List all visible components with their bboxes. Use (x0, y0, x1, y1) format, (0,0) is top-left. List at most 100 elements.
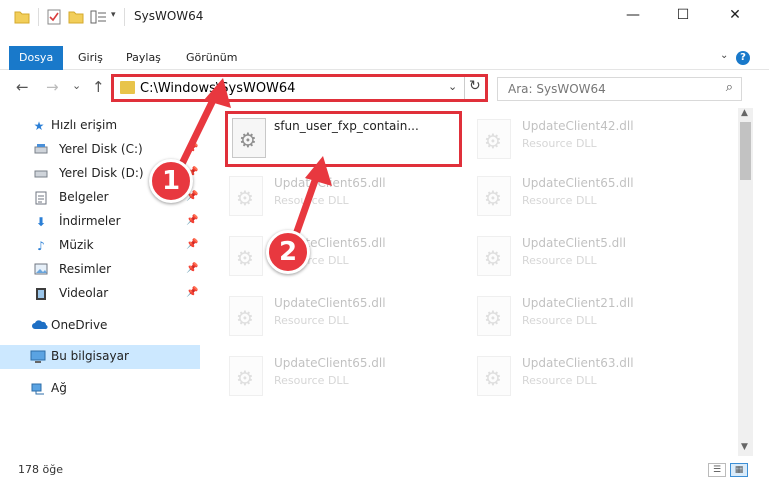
address-path[interactable]: C:\Windows\SysWOW64 (140, 81, 295, 96)
address-dropdown-icon[interactable]: ⌄ (448, 80, 457, 93)
pin-icon[interactable]: 📌 (186, 287, 198, 298)
expand-ribbon-icon[interactable]: ⌄ (720, 50, 728, 61)
dll-file-icon: ⚙ (229, 296, 263, 336)
folder-icon (14, 11, 30, 24)
file-name: UpdateClient42.dll (522, 119, 634, 133)
document-icon (34, 191, 48, 205)
step-2-badge: 2 (266, 230, 310, 274)
file-type: Resource DLL (274, 314, 349, 327)
close-button[interactable]: ✕ (712, 0, 758, 30)
file-name: sfun_user_fxp_contain... (274, 119, 419, 133)
sidebar-item-label: Hızlı erişim (51, 118, 118, 132)
file-type: Resource DLL (522, 314, 597, 327)
tab-share[interactable]: Paylaş (116, 46, 171, 70)
sidebar-item-label: Ağ (51, 381, 67, 395)
sidebar-item-videos[interactable]: Videolar 📌 (0, 282, 200, 306)
new-folder-icon[interactable] (68, 9, 84, 25)
file-tile[interactable]: ⚙ UpdateClient5.dll Resource DLL (473, 228, 713, 284)
file-name: UpdateClient63.dll (522, 356, 634, 370)
file-type: Resource DLL (522, 374, 597, 387)
file-tile-sfun-user-fxp[interactable]: ⚙ sfun_user_fxp_contain... (225, 111, 462, 167)
ribbon-tabs: Dosya Giriş Paylaş Görünüm ⌄ ? (0, 46, 769, 70)
scroll-up-icon[interactable]: ▲ (741, 108, 748, 118)
maximize-button[interactable]: ☐ (660, 0, 706, 30)
file-explorer-window: ▾ SysWOW64 — ☐ ✕ Dosya Giriş Paylaş Görü… (0, 0, 769, 489)
file-name: UpdateClient5.dll (522, 236, 626, 250)
sidebar-item-label: Yerel Disk (C:) (59, 142, 143, 156)
sidebar-item-label: Videolar (59, 286, 109, 300)
sidebar-item-downloads[interactable]: ⬇ İndirmeler 📌 (0, 210, 200, 234)
file-type: Resource DLL (522, 194, 597, 207)
file-type: Resource DLL (274, 374, 349, 387)
pin-icon[interactable]: 📌 (186, 239, 198, 250)
download-icon: ⬇ (35, 215, 47, 229)
sidebar-item-label: İndirmeler (59, 214, 121, 228)
file-type: Resource DLL (274, 194, 349, 207)
dll-file-icon: ⚙ (477, 356, 511, 396)
large-icons-view-icon[interactable]: ▦ (730, 463, 748, 477)
file-tile[interactable]: ⚙ UpdateClient63.dll Resource DLL (473, 348, 713, 404)
sidebar-item-label: Bu bilgisayar (51, 349, 129, 363)
tab-file[interactable]: Dosya (9, 46, 64, 70)
file-tile[interactable]: ⚙ UpdateClient65.dll Resource DLL (225, 168, 465, 224)
file-name: UpdateClient65.dll (522, 176, 634, 190)
minimize-button[interactable]: — (610, 0, 656, 30)
music-icon: ♪ (37, 239, 45, 253)
vertical-scrollbar[interactable]: ▲ ▼ (738, 108, 753, 456)
file-name: UpdateClient21.dll (522, 296, 634, 310)
dll-file-icon: ⚙ (477, 119, 511, 159)
dll-file-icon: ⚙ (477, 296, 511, 336)
network-icon (30, 382, 44, 396)
folder-icon (120, 81, 135, 94)
tab-view[interactable]: Görünüm (176, 46, 247, 70)
back-button[interactable]: ← (16, 78, 29, 96)
item-count: 178 öğe (18, 463, 63, 476)
sidebar-item-pictures[interactable]: Resimler 📌 (0, 258, 200, 282)
forward-button[interactable]: → (46, 78, 59, 96)
navigation-bar: ← → ⌄ ↑ C:\Windows\SysWOW64 ⌄ ↻ Ara: Sys… (0, 72, 769, 104)
sidebar-item-label: Belgeler (59, 190, 109, 204)
file-type: Resource DLL (522, 137, 597, 150)
pin-icon[interactable]: 📌 (186, 263, 198, 274)
address-bar[interactable]: C:\Windows\SysWOW64 ⌄ ↻ (111, 74, 488, 102)
pin-icon[interactable]: 📌 (186, 215, 198, 226)
refresh-icon[interactable]: ↻ (469, 78, 481, 94)
file-tile[interactable]: ⚙ UpdateClient65.dll Resource DLL (225, 228, 465, 284)
sidebar-item-music[interactable]: ♪ Müzik 📌 (0, 234, 200, 258)
sidebar-item-label: OneDrive (51, 318, 108, 332)
file-name: UpdateClient65.dll (274, 296, 386, 310)
up-button[interactable]: ↑ (92, 78, 105, 96)
title-bar: ▾ SysWOW64 — ☐ ✕ (0, 0, 769, 34)
scroll-down-icon[interactable]: ▼ (741, 442, 748, 452)
file-tile[interactable]: ⚙ UpdateClient21.dll Resource DLL (473, 288, 713, 344)
sidebar-item-this-pc[interactable]: Bu bilgisayar (0, 345, 200, 369)
sidebar-item-label: Yerel Disk (D:) (59, 166, 144, 180)
file-list: ⚙ sfun_user_fxp_contain... ⚙ UpdateClien… (210, 106, 738, 456)
sidebar-item-network[interactable]: Ağ (0, 377, 200, 401)
customize-toolbar-icon[interactable] (90, 9, 108, 25)
file-tile[interactable]: ⚙ UpdateClient65.dll Resource DLL (225, 348, 465, 404)
cloud-icon (32, 319, 48, 333)
pin-icon[interactable]: 📌 (186, 143, 198, 154)
step-1-badge: 1 (149, 159, 193, 203)
file-tile[interactable]: ⚙ UpdateClient65.dll Resource DLL (225, 288, 465, 344)
file-tile[interactable]: ⚙ UpdateClient42.dll Resource DLL (473, 111, 713, 167)
tab-home[interactable]: Giriş (68, 46, 113, 70)
search-icon[interactable]: ⌕ (726, 80, 733, 95)
sidebar-item-label: Resimler (59, 262, 112, 276)
file-tile[interactable]: ⚙ UpdateClient65.dll Resource DLL (473, 168, 713, 224)
dll-file-icon: ⚙ (477, 236, 511, 276)
picture-icon (34, 263, 48, 277)
quick-access-dropdown-icon[interactable]: ▾ (111, 10, 116, 20)
properties-icon[interactable] (46, 9, 62, 25)
recent-locations-button[interactable]: ⌄ (72, 79, 81, 92)
sidebar-item-onedrive[interactable]: OneDrive (0, 314, 200, 338)
search-box[interactable]: Ara: SysWOW64 ⌕ (497, 77, 742, 101)
details-view-icon[interactable]: ☰ (708, 463, 726, 477)
scrollbar-thumb[interactable] (740, 122, 751, 180)
help-button[interactable]: ? (736, 51, 750, 65)
sidebar-item-quick-access[interactable]: ★ Hızlı erişim (0, 114, 200, 138)
dll-file-icon: ⚙ (229, 356, 263, 396)
status-bar: 178 öğe ☰ ▦ (0, 458, 769, 482)
search-input[interactable]: Ara: SysWOW64 (508, 82, 606, 96)
